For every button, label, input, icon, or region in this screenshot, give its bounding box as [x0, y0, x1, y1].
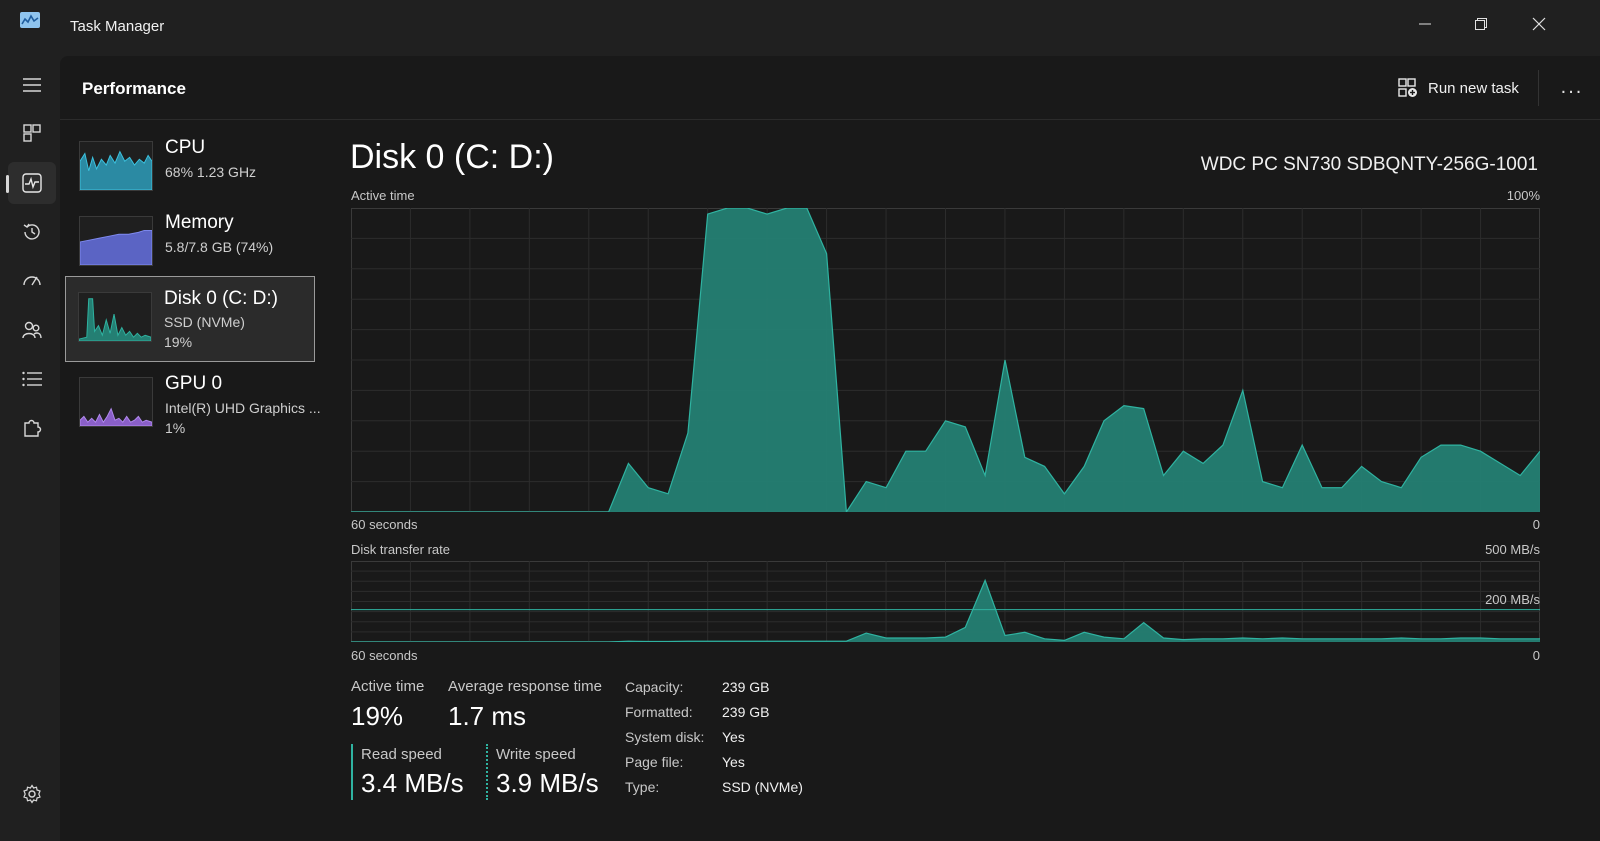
nav-settings-button[interactable] [8, 773, 56, 815]
close-button[interactable] [1516, 8, 1562, 40]
hamburger-icon [23, 78, 41, 92]
startup-gauge-icon [23, 276, 41, 286]
transfer-rate-duration-label: 60 seconds [351, 648, 418, 663]
avg-response-stat-label: Average response time [448, 678, 602, 695]
restore-icon [1475, 18, 1487, 30]
disk-model: WDC PC SN730 SDBQNTY-256G-1001 [1200, 154, 1538, 175]
memory-thumbnail-graph [79, 216, 153, 266]
device-name: Disk 0 (C: D:) [164, 288, 278, 309]
run-new-task-icon [1398, 78, 1417, 97]
property-value-page-file: Yes [722, 754, 745, 770]
device-usage: 19% [164, 334, 193, 350]
active-time-min-label: 0 [1532, 517, 1540, 532]
page-header: Performance Run new task ... [60, 56, 1600, 120]
read-speed-indicator [351, 744, 353, 800]
device-name: CPU [165, 137, 206, 158]
device-item-disk-0[interactable]: Disk 0 (C: D:) SSD (NVMe) 19% [65, 276, 315, 362]
gpu-thumbnail-graph [79, 377, 153, 427]
transfer-rate-max-label: 500 MB/s [1485, 542, 1540, 557]
run-new-task-label: Run new task [1428, 79, 1519, 97]
minimize-icon [1419, 23, 1431, 25]
close-icon [1532, 17, 1546, 31]
device-subtitle: SSD (NVMe) [164, 314, 245, 330]
minimize-button[interactable] [1402, 8, 1448, 40]
nav-startup-apps-button[interactable] [8, 260, 56, 302]
run-new-task-button[interactable]: Run new task [1398, 75, 1519, 101]
hamburger-menu-button[interactable] [8, 64, 56, 106]
property-label-capacity: Capacity: [625, 679, 684, 695]
disk-thumbnail-graph [78, 292, 152, 342]
task-manager-logo-icon [20, 12, 40, 28]
property-label-page-file: Page file: [625, 754, 684, 770]
property-value-system-disk: Yes [722, 729, 745, 745]
processes-icon [23, 124, 41, 142]
device-subtitle: Intel(R) UHD Graphics ... [165, 400, 321, 416]
property-value-formatted: 239 GB [722, 704, 770, 720]
active-time-max-label: 100% [1506, 188, 1540, 203]
cpu-thumbnail-graph [79, 141, 153, 191]
performance-icon [22, 173, 42, 193]
nav-app-history-button[interactable] [8, 211, 56, 253]
active-time-stat-value: 19% [351, 701, 404, 731]
nav-users-button[interactable] [8, 309, 56, 351]
device-name: GPU 0 [165, 373, 223, 394]
active-time-duration-label: 60 seconds [351, 517, 418, 532]
main-panel: Performance Run new task ... CPU 68% 1.2… [60, 56, 1600, 841]
transfer-rate-reference-label: 200 MB/s [1485, 592, 1540, 607]
page-title: Performance [82, 79, 186, 98]
device-item-gpu-0[interactable]: GPU 0 Intel(R) UHD Graphics ... 1% [66, 368, 321, 454]
users-icon [22, 321, 42, 339]
nav-services-button[interactable] [8, 407, 56, 449]
device-name: Memory [165, 212, 234, 233]
write-speed-label: Write speed [496, 746, 576, 763]
transfer-rate-min-label: 0 [1532, 648, 1540, 663]
device-subtitle: 5.8/7.8 GB (74%) [165, 239, 274, 255]
header-divider [1538, 70, 1539, 106]
avg-response-stat-value: 1.7 ms [448, 701, 527, 731]
device-usage: 1% [165, 420, 186, 436]
details-list-icon [22, 371, 42, 387]
read-speed-value: 3.4 MB/s [361, 768, 464, 798]
history-icon [23, 223, 40, 240]
transfer-rate-chart-label: Disk transfer rate [351, 542, 450, 557]
read-speed-label: Read speed [361, 746, 442, 763]
property-label-type: Type: [625, 779, 660, 795]
nav-performance-button[interactable] [6, 162, 56, 204]
transfer-rate-chart [351, 561, 1540, 642]
write-speed-value: 3.9 MB/s [496, 768, 599, 798]
active-time-stat-label: Active time [351, 678, 425, 695]
more-options-button[interactable]: ... [1556, 72, 1588, 102]
property-value-type: SSD (NVMe) [722, 779, 803, 795]
settings-gear-icon [23, 784, 41, 804]
restore-button[interactable] [1458, 8, 1504, 40]
nav-details-button[interactable] [8, 358, 56, 400]
property-label-formatted: Formatted: [625, 704, 693, 720]
active-time-chart-label: Active time [351, 188, 415, 203]
app-title: Task Manager [70, 18, 165, 35]
navigation-rail [0, 56, 60, 841]
active-time-chart [351, 208, 1540, 512]
services-puzzle-icon [24, 419, 42, 437]
property-value-capacity: 239 GB [722, 679, 770, 695]
disk-title: Disk 0 (C: D:) [350, 138, 554, 176]
device-subtitle: 68% 1.23 GHz [165, 164, 257, 180]
nav-processes-button[interactable] [8, 112, 56, 154]
write-speed-indicator [486, 744, 488, 800]
property-label-system-disk: System disk: [625, 729, 705, 745]
title-bar: Task Manager [0, 0, 1600, 56]
